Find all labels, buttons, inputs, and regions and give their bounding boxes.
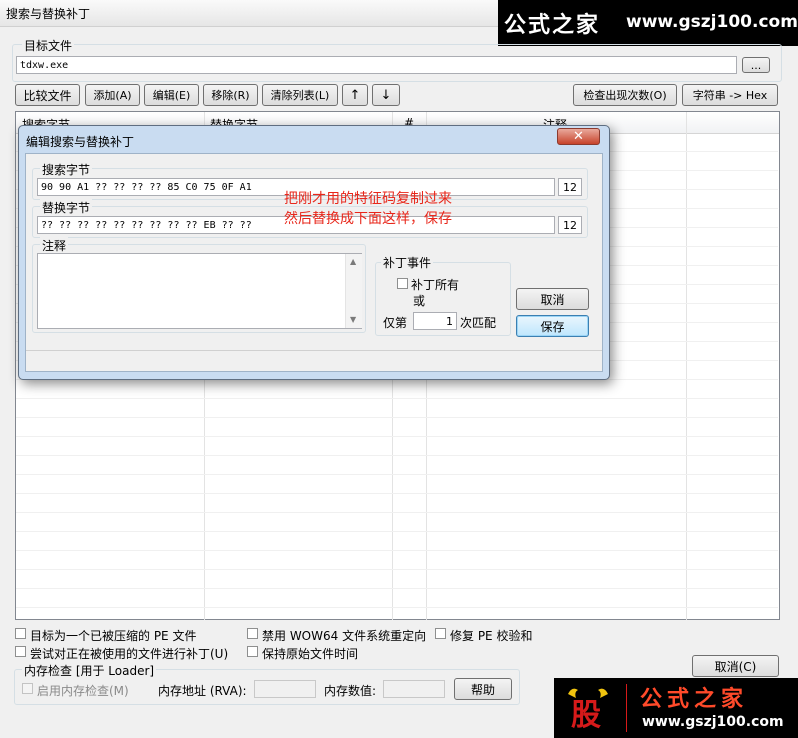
browse-button[interactable]: ... bbox=[742, 57, 770, 73]
patch-all-label: 补丁所有 bbox=[411, 278, 460, 292]
table-row-line bbox=[16, 474, 778, 475]
logo-character: 股 bbox=[571, 698, 601, 733]
search-bytes-count-value: 12 bbox=[563, 180, 577, 194]
match-index-value: 1 bbox=[446, 314, 453, 328]
dialog-title: 编辑搜索与替换补丁 bbox=[26, 135, 135, 149]
table-row-line bbox=[16, 436, 778, 437]
watermark-top-url: www.gszj100.com bbox=[626, 12, 798, 32]
table-row-line bbox=[16, 531, 778, 532]
table-row-line bbox=[16, 512, 778, 513]
scroll-up-arrow-icon[interactable]: ▲ bbox=[350, 257, 356, 266]
disable-wow64-checkbox[interactable] bbox=[247, 628, 258, 639]
search-bytes-label: 搜索字节 bbox=[40, 161, 93, 178]
close-icon: ✕ bbox=[573, 129, 584, 144]
comment-textarea[interactable] bbox=[37, 253, 362, 329]
dialog-save-button[interactable]: 保存 bbox=[516, 315, 589, 337]
fix-checksum-checkbox[interactable] bbox=[435, 628, 446, 639]
add-button[interactable]: 添加(A) bbox=[85, 84, 140, 106]
compare-files-button[interactable]: 比较文件 bbox=[15, 84, 80, 106]
table-row-line bbox=[16, 607, 778, 608]
move-down-button[interactable]: ↓ bbox=[372, 84, 400, 106]
check-occurrences-button[interactable]: 检查出现次数(O) bbox=[573, 84, 677, 106]
dialog-status-strip bbox=[26, 350, 602, 351]
string-to-hex-button[interactable]: 字符串 -> Hex bbox=[682, 84, 778, 106]
table-row-line bbox=[16, 493, 778, 494]
watermark-bottom-brand: 公式之家 bbox=[640, 686, 749, 712]
watermark-top-brand: 公式之家 bbox=[504, 12, 601, 38]
scroll-down-arrow-icon[interactable]: ▼ bbox=[350, 315, 356, 324]
memory-address-label: 内存地址 (RVA): bbox=[158, 684, 247, 698]
annotation-line-1: 把刚才用的特征码复制过来 bbox=[284, 191, 452, 207]
patch-all-checkbox[interactable] bbox=[397, 278, 408, 289]
disable-wow64-label: 禁用 WOW64 文件系统重定向 bbox=[262, 629, 427, 643]
packed-pe-checkbox[interactable] bbox=[15, 628, 26, 639]
stock-logo-icon: 股 bbox=[564, 684, 612, 733]
comment-scrollbar[interactable]: ▲ ▼ bbox=[345, 254, 362, 328]
table-row-line bbox=[16, 588, 778, 589]
replace-bytes-count: 12 bbox=[558, 216, 582, 234]
or-text: 或 bbox=[413, 294, 426, 308]
window-title: 搜索与替换补丁 bbox=[6, 7, 91, 21]
table-row-line bbox=[16, 569, 778, 570]
table-row-line bbox=[16, 455, 778, 456]
watermark-bottom: 股 公式之家 www.gszj100.com bbox=[554, 678, 798, 738]
watermark-bottom-url: www.gszj100.com bbox=[642, 714, 784, 730]
help-button[interactable]: 帮助 bbox=[454, 678, 512, 700]
main-cancel-button[interactable]: 取消(C) bbox=[692, 655, 779, 677]
patch-event-label: 补丁事件 bbox=[381, 254, 434, 271]
patch-in-use-label: 尝试对正在被使用的文件进行补丁(U) bbox=[30, 647, 229, 661]
patch-in-use-checkbox[interactable] bbox=[15, 646, 26, 657]
edit-button[interactable]: 编辑(E) bbox=[144, 84, 199, 106]
packed-pe-label: 目标为一个已被压缩的 PE 文件 bbox=[30, 629, 197, 643]
table-row-line bbox=[16, 550, 778, 551]
enable-memory-check-label: 启用内存检查(M) bbox=[37, 684, 129, 698]
match-index-input[interactable]: 1 bbox=[413, 312, 457, 330]
memory-address-input[interactable] bbox=[254, 680, 316, 698]
keep-file-time-label: 保持原始文件时间 bbox=[262, 647, 359, 661]
table-row-line bbox=[16, 417, 778, 418]
only-prefix-label: 仅第 bbox=[383, 316, 408, 330]
comment-label: 注释 bbox=[40, 237, 69, 254]
table-row-line bbox=[16, 398, 778, 399]
memory-value-input[interactable] bbox=[383, 680, 445, 698]
remove-button[interactable]: 移除(R) bbox=[203, 84, 258, 106]
dialog-cancel-button[interactable]: 取消 bbox=[516, 288, 589, 310]
memory-check-group-label: 内存检查 [用于 Loader] bbox=[22, 662, 157, 679]
target-file-input[interactable]: tdxw.exe bbox=[16, 56, 737, 74]
only-suffix-label: 次匹配 bbox=[460, 316, 497, 330]
search-bytes-count: 12 bbox=[558, 178, 582, 196]
enable-memory-check-checkbox[interactable] bbox=[22, 683, 33, 694]
memory-value-label: 内存数值: bbox=[324, 684, 377, 698]
target-file-label: 目标文件 bbox=[22, 37, 75, 54]
annotation-line-2: 然后替换成下面这样，保存 bbox=[284, 211, 452, 227]
fix-checksum-label: 修复 PE 校验和 bbox=[450, 629, 533, 643]
dialog-close-button[interactable]: ✕ bbox=[557, 128, 600, 145]
clear-list-button[interactable]: 清除列表(L) bbox=[262, 84, 338, 106]
watermark-top: 公式之家 www.gszj100.com bbox=[498, 0, 798, 46]
replace-bytes-label: 替换字节 bbox=[40, 199, 93, 216]
watermark-divider bbox=[626, 684, 627, 732]
replace-bytes-count-value: 12 bbox=[563, 218, 577, 232]
keep-file-time-checkbox[interactable] bbox=[247, 646, 258, 657]
move-up-button[interactable]: ↑ bbox=[342, 84, 368, 106]
